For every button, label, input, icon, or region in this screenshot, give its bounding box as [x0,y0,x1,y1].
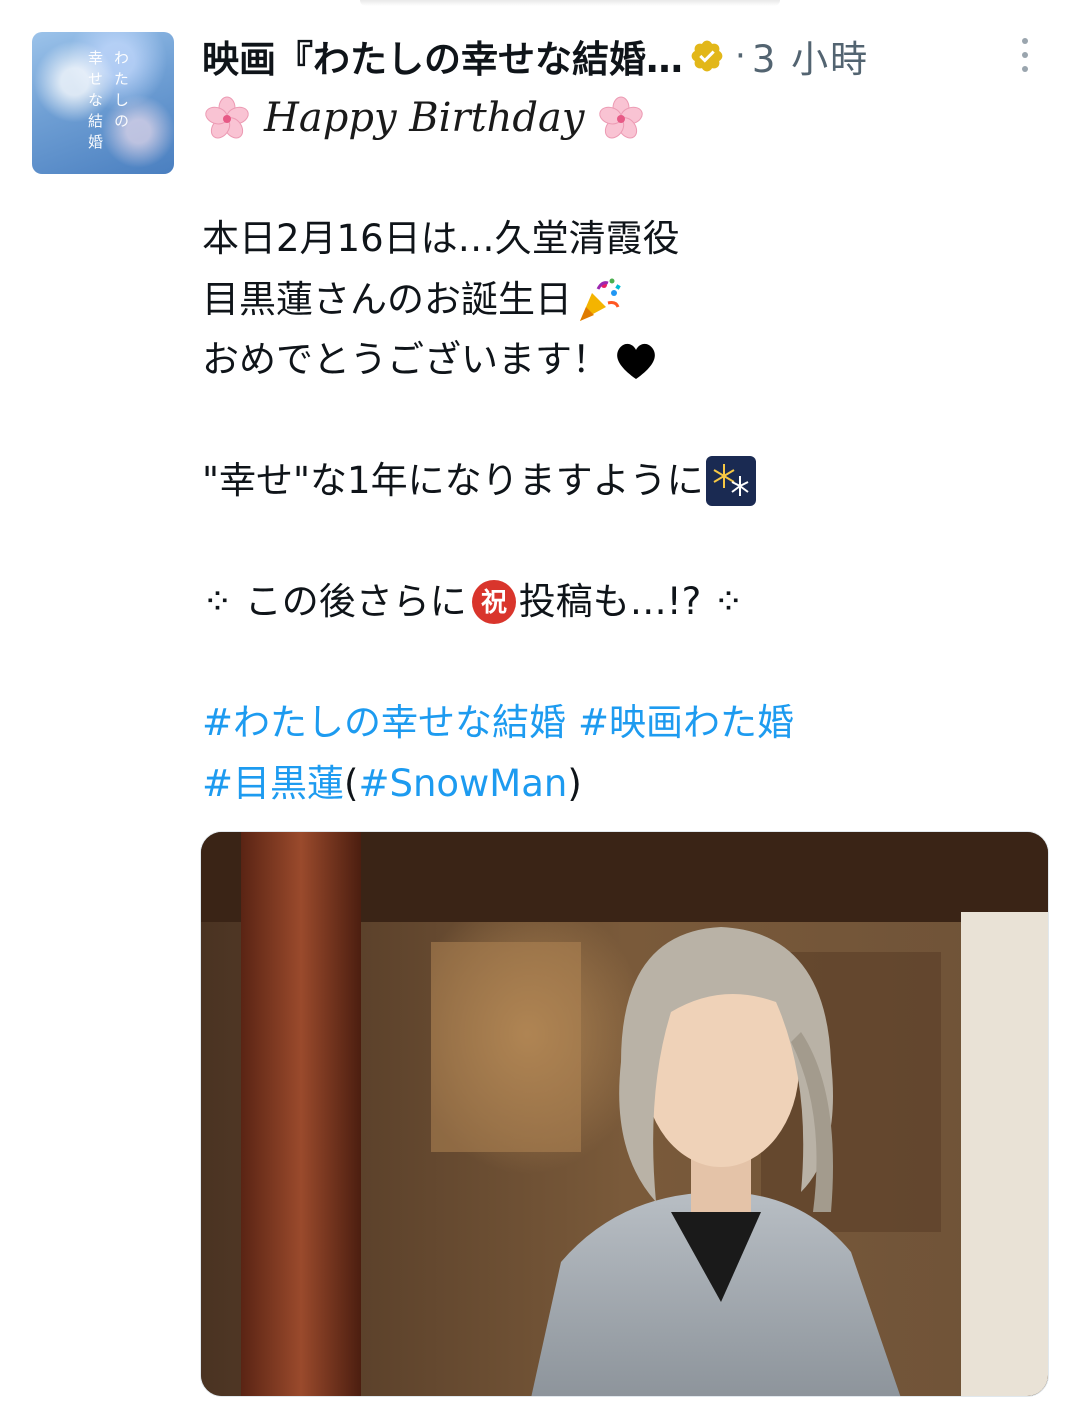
paren-open: ( [344,761,359,805]
tweet-line-2: 本日2月16日は…久堂清霞役 [202,209,1062,270]
tweet-line-1: Happy Birthday [202,88,1062,149]
fireworks-emoji [705,456,756,507]
svg-text:祝: 祝 [481,588,507,618]
tweet-line-3: 目黒蓮さんのお誕生日 [202,270,1062,331]
avatar-title-line1: わたしの [112,50,130,134]
tweet-line-6-end: 投稿も…!? ⁘ [518,580,744,623]
black-heart-emoji [617,344,655,380]
hashtag-link[interactable]: #わたしの幸せな結婚 [202,693,566,754]
tweet-line-6-start: ⁘ この後さらに [202,580,467,623]
avatar-title-line2: 幸せな結婚 [86,50,104,155]
party-popper-emoji [580,278,621,321]
more-options-icon[interactable] [1018,38,1032,74]
tweet-text: Happy Birthday 本日2月16日は…久堂清霞役 目黒蓮さんのお誕生日 [202,88,1062,814]
avatar[interactable]: わたしの 幸せな結婚 [32,32,174,174]
hashtag-link[interactable]: #映画わた婚 [578,693,794,754]
photo-illustration [201,832,1048,1396]
timestamp[interactable]: 3 小時 [752,29,869,83]
tweet-line-6: ⁘ この後さらに 祝 投稿も…!? ⁘ [202,572,1062,633]
tweet-line-4: おめでとうございます！ [202,330,1062,391]
congratulations-ideograph-emoji: 祝 [471,580,516,625]
tweet-line-4-text: おめでとうございます！ [202,338,609,381]
tweet-header: 映画『わたしの幸せな結婚… · 3 小時 [202,30,1062,82]
top-edge-shadow [360,0,780,6]
tweet-line-3-text: 目黒蓮さんのお誕生日 [202,277,572,321]
tweet-photo[interactable] [200,831,1049,1397]
cherry-blossom-emoji [205,96,249,139]
cherry-blossom-emoji [599,96,644,139]
hashtag-line-2: #目黒蓮 ( #SnowMan ) [202,754,1062,815]
tweet-line-5-text: "幸せ"な1年になりますように [202,459,704,502]
author-name[interactable]: 映画『わたしの幸せな結婚… [202,29,683,83]
hashtag-line-1: #わたしの幸せな結婚 #映画わた婚 [202,693,1062,754]
verified-gold-icon [691,40,723,72]
tweet-line-2-text: 本日2月16日は…久堂清霞役 [202,217,680,260]
hashtag-link[interactable]: #SnowMan [358,754,567,815]
paren-close: ) [567,761,582,805]
tweet-line-5: "幸せ"な1年になりますように [202,451,1062,512]
header-separator: · [735,36,746,76]
happy-birthday-text: Happy Birthday [264,95,585,141]
hashtag-link[interactable]: #目黒蓮 [202,754,344,815]
